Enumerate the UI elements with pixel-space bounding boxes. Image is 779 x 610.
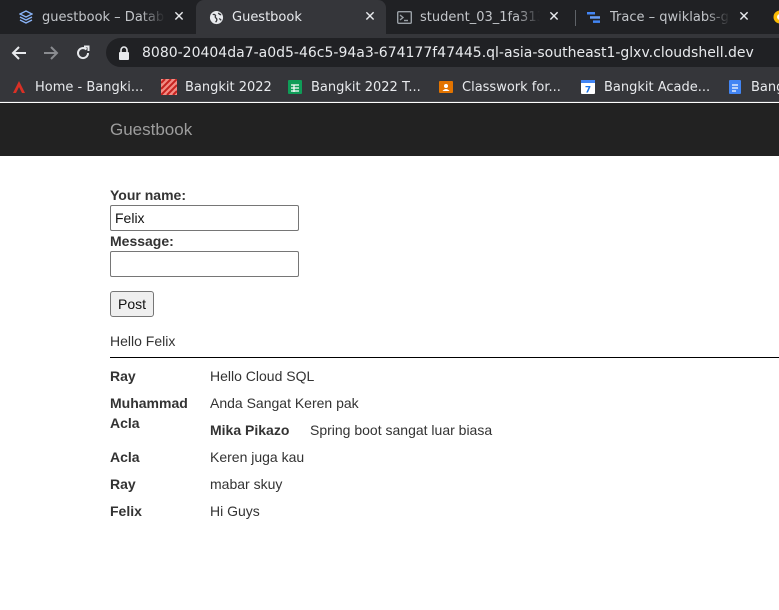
name-input[interactable] xyxy=(110,205,299,231)
tab-student[interactable]: student_03_1fa313 ✕ xyxy=(390,0,570,34)
globe-icon xyxy=(208,9,224,25)
layers-icon xyxy=(18,9,34,25)
greeting-text: Hello Felix xyxy=(110,333,176,349)
arrow-left-icon xyxy=(11,46,26,60)
message-input[interactable] xyxy=(110,251,299,277)
tab-trace[interactable]: Trace – qwiklabs-gc ✕ xyxy=(580,0,760,34)
brand-link[interactable]: Guestbook xyxy=(110,120,192,140)
bookmark-label: Classwork for... xyxy=(462,79,561,95)
arrow-right-icon xyxy=(44,46,59,60)
tab-title: Guestbook xyxy=(232,9,302,25)
message-author: Acla xyxy=(110,449,140,465)
bookmark-label: Home - Bangki... xyxy=(35,79,144,95)
message-text: Keren juga kau xyxy=(210,449,305,465)
reload-icon xyxy=(77,45,90,60)
bookmark-bangkit-academy[interactable]: 7 Bangkit Acade... xyxy=(580,78,710,96)
forward-button[interactable] xyxy=(38,40,64,66)
bookmark-label: Bangkit Acade... xyxy=(604,79,711,95)
bookmark-label: Bangkit 2022 T... xyxy=(311,79,421,95)
message-author: Muhammad Acla xyxy=(110,395,188,431)
terminal-icon xyxy=(396,9,412,25)
bookmark-label: Bang xyxy=(751,79,779,95)
bookmark-label: Bangkit 2022 xyxy=(185,79,272,95)
tab-title: student_03_1fa313 xyxy=(420,9,540,25)
reply-author: Mika Pikazo xyxy=(210,422,290,438)
bookmarks-bar: Home - Bangki... Bangkit 2022 Bangkit 20… xyxy=(0,71,779,102)
bookmark-bangkit-2022-t[interactable]: Bangkit 2022 T... xyxy=(287,78,421,96)
reply-row: Mika Pikazo Spring boot sangat luar biasa xyxy=(210,420,492,440)
message-text: Hi Guys xyxy=(210,503,260,519)
tab-title: Trace – qwiklabs-gc xyxy=(610,9,730,25)
docs-icon xyxy=(727,79,743,95)
svg-text:7: 7 xyxy=(585,86,591,96)
name-label: Your name: xyxy=(110,187,186,203)
tab-title: guestbook – Databa xyxy=(42,9,165,25)
close-icon[interactable]: ✕ xyxy=(546,9,562,25)
address-bar[interactable]: 8080-20404da7-a0d5-46c5-94a3-674177f4744… xyxy=(106,38,779,67)
bookmark-classwork[interactable]: Classwork for... xyxy=(438,78,561,96)
browser-toolbar: 8080-20404da7-a0d5-46c5-94a3-674177f4744… xyxy=(0,34,779,71)
message-text: Hello Cloud SQL xyxy=(210,368,315,384)
sheets-icon xyxy=(287,79,303,95)
message-author: Felix xyxy=(110,503,142,519)
close-icon[interactable]: ✕ xyxy=(736,9,752,25)
bangkit-grid-icon xyxy=(160,78,178,96)
tab-strip: guestbook – Databa ✕ Guestbook ✕ student… xyxy=(0,0,779,34)
calendar-icon: 7 xyxy=(580,79,596,96)
reload-button[interactable] xyxy=(70,40,96,66)
bookmark-bang[interactable]: Bang xyxy=(727,78,779,96)
close-icon[interactable]: ✕ xyxy=(362,9,378,25)
url-text: 8080-20404da7-a0d5-46c5-94a3-674177f4744… xyxy=(142,44,754,61)
chrome-icon xyxy=(772,9,779,25)
bookmark-bangkit-2022[interactable]: Bangkit 2022 xyxy=(160,78,272,96)
tab-guestbook-database[interactable]: guestbook – Databa ✕ xyxy=(12,0,195,34)
message-author: Ray xyxy=(110,476,136,492)
post-button[interactable]: Post xyxy=(110,291,154,317)
tab-partial[interactable] xyxy=(766,0,779,34)
trace-icon xyxy=(586,9,602,25)
back-button[interactable] xyxy=(6,40,32,66)
message-author: Ray xyxy=(110,368,136,384)
divider xyxy=(110,357,779,358)
reply-text: Spring boot sangat luar biasa xyxy=(310,422,493,438)
classroom-icon xyxy=(438,79,454,95)
tab-guestbook[interactable]: Guestbook ✕ xyxy=(196,0,386,34)
close-icon[interactable]: ✕ xyxy=(171,9,187,25)
message-label: Message: xyxy=(110,233,174,249)
bangkit-icon xyxy=(11,79,27,95)
lock-icon[interactable] xyxy=(118,45,132,60)
page-navbar: Guestbook xyxy=(0,103,779,156)
message-text: Anda Sangat Keren pak xyxy=(210,395,359,411)
message-text: mabar skuy xyxy=(210,476,283,492)
bookmark-home-bangkit[interactable]: Home - Bangki... xyxy=(11,78,143,96)
